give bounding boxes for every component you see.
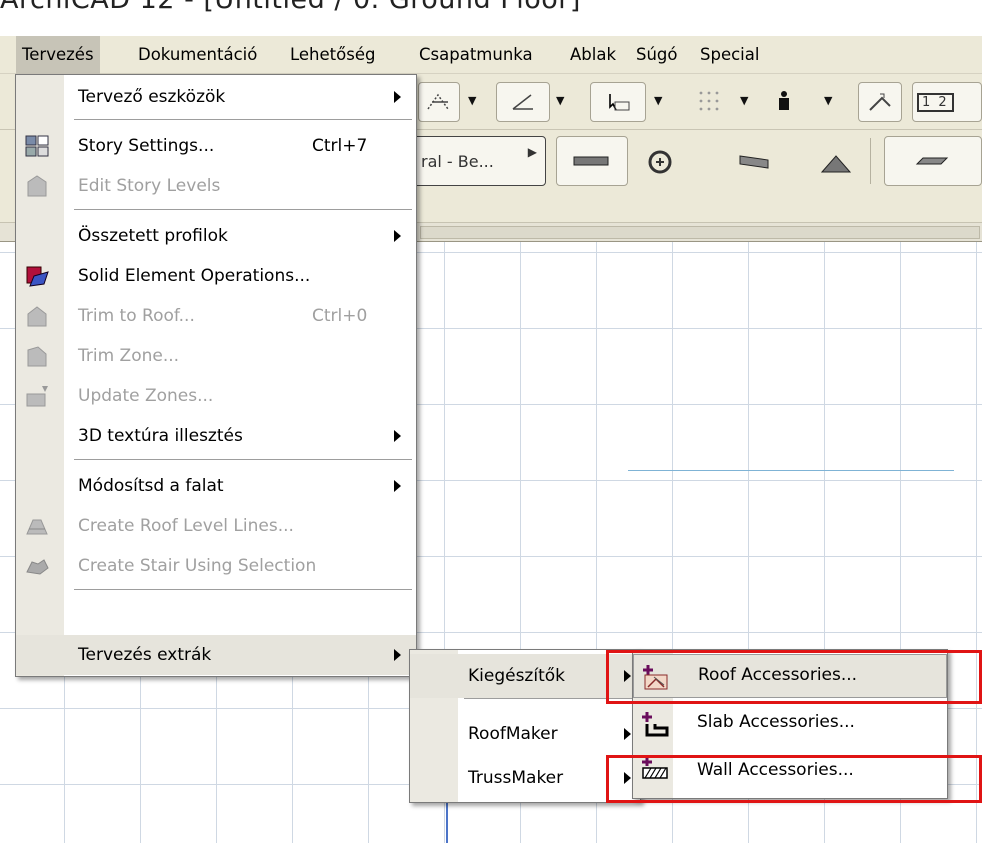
menu-item-osszetett-profilok[interactable]: Összetett profilok xyxy=(16,218,416,254)
submenu-arrow-icon xyxy=(394,649,401,661)
angle-icon[interactable] xyxy=(496,82,550,122)
title-bar: ArchiCAD 12 - [Untitled / 0. Ground Floo… xyxy=(0,0,982,36)
tervezes-menu: Tervező eszközök Story Settings... Ctrl+… xyxy=(15,74,417,677)
menu-separator xyxy=(74,119,412,121)
menu-separator xyxy=(74,589,412,591)
menu-separator xyxy=(74,209,412,211)
grid-snap-icon[interactable] xyxy=(696,88,722,118)
menu-item-3d-textura-illesztes[interactable]: 3D textúra illesztés xyxy=(16,418,416,454)
layer-combo-value: ral - Be... xyxy=(421,151,494,171)
menu-item-trim-zone[interactable]: Trim Zone... xyxy=(16,338,416,374)
chevron-down-icon[interactable]: ▼ xyxy=(824,94,832,107)
slab-tool-button[interactable] xyxy=(884,136,982,186)
menu-item-update-zones[interactable]: Update Zones... xyxy=(16,378,416,414)
slab-accessories-icon xyxy=(642,712,669,737)
menu-lehetoseg[interactable]: Lehetőség xyxy=(284,36,381,74)
menu-special[interactable]: Special xyxy=(694,36,765,74)
chevron-down-icon[interactable]: ▼ xyxy=(740,94,748,107)
stair-icon xyxy=(26,559,49,575)
update-zones-icon xyxy=(26,386,48,407)
menu-gutter xyxy=(16,75,64,676)
menu-item-create-stair-using-selection[interactable]: Create Stair Using Selection xyxy=(16,548,416,584)
menu-csapatmunka[interactable]: Csapatmunka xyxy=(413,36,539,74)
highlight-box-wall-accessories xyxy=(606,755,982,803)
chevron-right-icon: ▶ xyxy=(527,145,537,159)
magic-wand-icon[interactable] xyxy=(858,82,902,122)
chevron-down-icon[interactable]: ▼ xyxy=(654,94,662,107)
menu-item-create-roof-level-lines[interactable]: Create Roof Level Lines... xyxy=(16,508,416,544)
ruler-icon[interactable]: 1 2 xyxy=(912,82,982,122)
menu-dokumentacio[interactable]: Dokumentáció xyxy=(132,36,263,74)
menu-ablak[interactable]: Ablak xyxy=(564,36,622,74)
chevron-down-icon[interactable]: ▼ xyxy=(556,94,564,107)
menu-item-story-settings[interactable]: Story Settings... Ctrl+7 xyxy=(16,128,416,164)
column-tool-icon[interactable] xyxy=(646,148,676,182)
ruler-label: 1 2 xyxy=(917,92,954,112)
submenu-arrow-icon xyxy=(624,728,631,740)
story-settings-icon xyxy=(25,135,49,157)
roof-tool-icon[interactable] xyxy=(818,152,854,178)
wall-tool-button[interactable] xyxy=(556,136,628,186)
menu-separator xyxy=(74,459,412,461)
trim-zone-icon xyxy=(27,346,47,367)
menu-sugo[interactable]: Súgó xyxy=(630,36,684,74)
menu-item-modositsd-a-falat[interactable]: Módosítsd a falat xyxy=(16,468,416,504)
menu-item-edit-story-levels[interactable]: Edit Story Levels xyxy=(16,168,416,204)
menu-item-tervezo-eszkozok[interactable]: Tervező eszközök xyxy=(16,79,416,115)
submenu-item-slab-accessories[interactable]: Slab Accessories... xyxy=(633,702,947,746)
window-title: ArchiCAD 12 - [Untitled / 0. Ground Floo… xyxy=(0,0,581,15)
beam-tool-icon[interactable] xyxy=(738,154,772,176)
submenu-arrow-icon xyxy=(394,230,401,242)
solid-element-operations-icon xyxy=(26,266,49,287)
submenu-arrow-icon xyxy=(394,430,401,442)
menu-item-trim-to-roof[interactable]: Trim to Roof... Ctrl+0 xyxy=(16,298,416,334)
menu-item-solid-element-operations[interactable]: Solid Element Operations... xyxy=(16,258,416,294)
toolbar-separator xyxy=(870,138,871,184)
submenu-item-roofmaker[interactable]: RoofMaker xyxy=(410,712,640,756)
menu-bar: Tervezés Dokumentáció Lehetőség Csapatmu… xyxy=(0,36,982,74)
submenu-arrow-icon xyxy=(394,91,401,103)
chevron-down-icon[interactable]: ▼ xyxy=(468,94,476,107)
roof-level-lines-icon xyxy=(26,519,48,535)
pointer-icon[interactable] xyxy=(590,82,646,122)
edit-story-levels-icon xyxy=(27,175,47,197)
figure-icon[interactable] xyxy=(776,90,792,116)
submenu-arrow-icon xyxy=(394,480,401,492)
menu-tervezes[interactable]: Tervezés xyxy=(16,36,100,74)
scrollbar-thumb[interactable] xyxy=(420,226,980,239)
drawn-line xyxy=(628,470,954,471)
snap-icon[interactable] xyxy=(418,82,460,122)
trim-to-roof-icon xyxy=(27,306,47,327)
menu-item-tervezes-extrak[interactable]: Tervezés extrák xyxy=(16,635,416,675)
highlight-box-roof-accessories xyxy=(606,650,982,704)
